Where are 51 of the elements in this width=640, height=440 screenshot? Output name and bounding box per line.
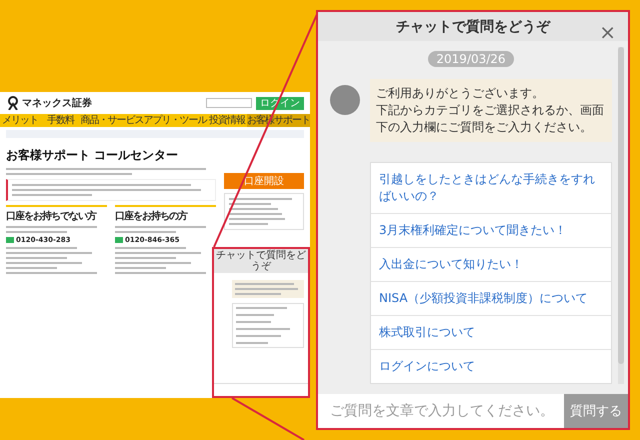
message-text: ご利用ありがとうございます。	[376, 85, 545, 102]
nav-tab[interactable]: 手数料	[40, 114, 81, 127]
text-line-placeholder	[115, 267, 166, 269]
text-line-placeholder	[6, 231, 67, 233]
text-line-placeholder	[236, 314, 274, 316]
free-dial-icon	[115, 237, 123, 243]
section-heading: 口座をお持ちでない方	[6, 209, 98, 223]
nav-tab[interactable]: 投資情報	[206, 114, 247, 127]
text-line-placeholder	[229, 208, 278, 210]
option-link[interactable]: 3月末権利確定について聞きたい！	[371, 214, 611, 248]
page-title: お客様サポート コールセンター	[6, 147, 180, 164]
close-button[interactable]: ×	[595, 20, 620, 44]
submit-button[interactable]: 質問する	[564, 394, 628, 428]
option-link[interactable]: 株式取引について	[371, 316, 611, 350]
text-line-placeholder	[229, 213, 282, 215]
nav-tab[interactable]: アプリ・ツール	[144, 114, 207, 127]
text-line-placeholder	[236, 307, 288, 309]
open-account-button[interactable]: 口座開設	[224, 173, 304, 189]
text-line-placeholder	[236, 342, 268, 344]
text-line-placeholder	[235, 288, 298, 290]
text-line-placeholder	[229, 198, 292, 200]
option-link[interactable]: NISA（少額投資非課税制度）について	[371, 282, 611, 316]
logo-icon	[6, 96, 20, 110]
text-line-placeholder	[6, 257, 67, 259]
option-link[interactable]: 入出金について知りたい！	[371, 248, 611, 282]
option-link[interactable]: 引越しをしたときはどんな手続きをすればいいの？	[371, 163, 611, 214]
message-text: 下記からカテゴリをご選択されるか、画面下の入力欄にご質問をご入力ください。	[376, 102, 605, 136]
text-line-placeholder	[115, 231, 176, 233]
text-line-placeholder	[229, 218, 285, 220]
text-line-placeholder	[115, 247, 186, 249]
text-line-placeholder	[229, 223, 268, 225]
text-line-placeholder	[236, 335, 281, 337]
date-label: 2019/03/26	[428, 51, 514, 68]
text-line-placeholder	[6, 267, 56, 269]
operator-avatar-icon	[330, 85, 360, 116]
text-line-placeholder	[6, 247, 77, 249]
free-dial-icon	[6, 237, 14, 243]
nav-tab[interactable]: メリット	[0, 114, 40, 127]
text-line-placeholder	[229, 203, 271, 205]
search-field[interactable]	[206, 98, 252, 108]
text-line-placeholder	[115, 257, 176, 259]
option-link[interactable]: ログインについて	[371, 350, 611, 384]
nav-tab[interactable]: 商品・サービス	[80, 114, 144, 127]
brand-name: マネックス証券	[22, 96, 92, 110]
text-line-placeholder	[235, 283, 294, 285]
text-line-placeholder	[236, 328, 290, 330]
text-line-placeholder	[236, 321, 272, 323]
chat-title: チャットで質問をどうぞ	[214, 249, 308, 273]
section-heading: 口座をお持ちの方	[115, 209, 188, 223]
chat-title: チャットで質問をどうぞ	[396, 18, 550, 36]
text-line-placeholder	[235, 293, 282, 295]
